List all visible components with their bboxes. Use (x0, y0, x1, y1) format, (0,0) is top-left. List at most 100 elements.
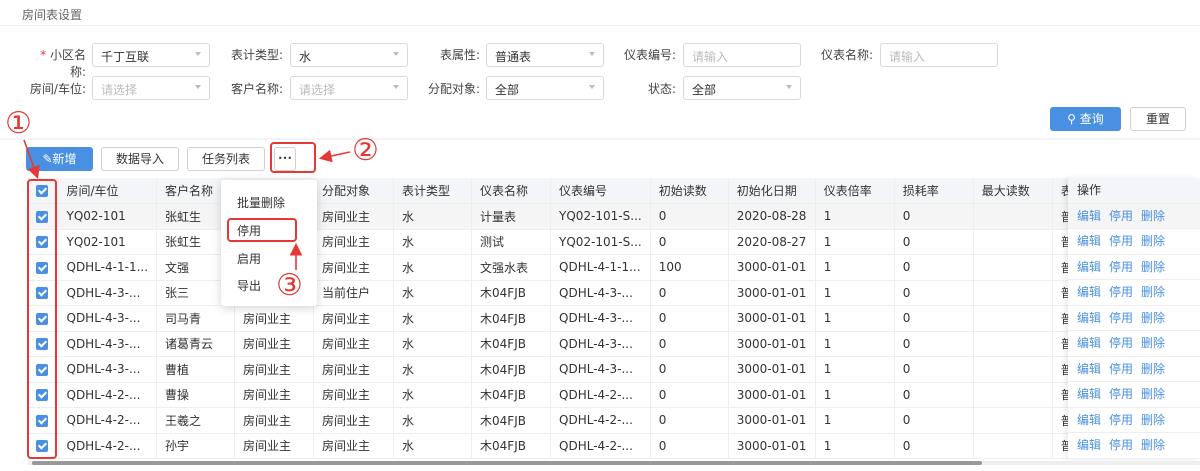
delete-link[interactable]: 删除 (1141, 413, 1165, 427)
table-row[interactable]: QDHL-4-3-... 张三 当前住户水木04FJB QDHL-4-3-... 0 30… (28, 280, 1082, 306)
disable-link[interactable]: 停用 (1109, 285, 1133, 299)
table-cell: 孙宇 (156, 433, 236, 459)
room-label: 房间/车位: (29, 82, 86, 96)
disable-link[interactable]: 停用 (1109, 311, 1133, 325)
search-icon: ⚲ (1067, 112, 1076, 126)
table-row[interactable]: QDHL-4-3-... 司马青 房间业主 房间业主水木04FJB QDHL-4-3-.… (28, 305, 1082, 332)
disable-link[interactable]: 停用 (1109, 438, 1133, 452)
meter-type-select[interactable]: 水 (290, 43, 408, 67)
table-cell: 3000-01-01 (728, 433, 816, 459)
table-cell: 0 (894, 356, 974, 383)
disable-link[interactable]: 停用 (1109, 260, 1133, 274)
delete-link[interactable]: 删除 (1141, 387, 1165, 401)
edit-link[interactable]: 编辑 (1077, 209, 1101, 223)
meter-name-label: 仪表名称: (820, 48, 873, 62)
edit-link[interactable]: 编辑 (1077, 336, 1101, 350)
customer-label: 客户名称: (230, 82, 283, 96)
meter-no-input[interactable]: 请输入 (683, 43, 801, 67)
table-row[interactable]: YQ02-101 张虹生 房间业主水计量表 YQ02-101-S... 0 2020-08… (28, 203, 1082, 230)
table-cell: 水 (393, 229, 473, 255)
scrollbar-thumb[interactable] (32, 461, 982, 465)
table-row[interactable]: QDHL-4-1-1... 文强 房间业主水文强水表 QDHL-4-1-1... 100… (28, 254, 1082, 281)
ops-row: 编辑 停用 删除 (1068, 331, 1200, 357)
delete-link[interactable]: 删除 (1141, 234, 1165, 248)
table-row[interactable]: YQ02-101 张虹生 房间业主水测试 YQ02-101-S... 0 2020-08-… (28, 229, 1082, 255)
edit-link[interactable]: 编辑 (1077, 413, 1101, 427)
table-cell: 3000-01-01 (728, 305, 816, 332)
community-select[interactable]: 千丁互联 (92, 43, 210, 67)
table-cell: 0 (650, 331, 729, 357)
meter-attr-select[interactable]: 普通表 (486, 43, 604, 67)
table-row[interactable]: QDHL-4-3-... 诸葛青云 房间业主 房间业主水木04FJB QDHL-4-3-… (28, 331, 1082, 357)
meter-name-input[interactable]: 请输入 (880, 43, 998, 67)
table-cell: 木04FJB (471, 305, 552, 332)
delete-link[interactable]: 删除 (1141, 311, 1165, 325)
edit-link[interactable]: 编辑 (1077, 234, 1101, 248)
chevron-down-icon (393, 52, 399, 56)
disable-link[interactable]: 停用 (1109, 234, 1133, 248)
table-row[interactable]: QDHL-4-2-... 曹操 房间业主 房间业主水木04FJB QDHL-4-2-..… (28, 382, 1082, 408)
menu-item-batch-delete[interactable]: 批量删除 (237, 194, 285, 211)
table-cell: 1 (815, 382, 895, 408)
table-cell: 0 (650, 433, 729, 459)
table-row[interactable]: QDHL-4-2-... 孙宇 房间业主 房间业主水木04FJB QDHL-4-2-..… (28, 433, 1082, 459)
col-header: 初始读数 (650, 178, 729, 204)
status-select[interactable]: 全部 (683, 76, 801, 100)
edit-link[interactable]: 编辑 (1077, 438, 1101, 452)
col-header: 仪表名称 (471, 178, 552, 204)
table-cell: 房间业主 (234, 356, 315, 383)
reset-button[interactable]: 重置 (1130, 107, 1186, 131)
ops-row: 编辑 停用 删除 (1068, 408, 1200, 433)
task-list-button[interactable]: 任务列表 (187, 147, 265, 171)
table-cell: QDHL-4-3-... (550, 331, 651, 357)
table-cell: 木04FJB (471, 407, 552, 434)
assign-select[interactable]: 全部 (486, 76, 604, 100)
disable-link[interactable]: 停用 (1109, 362, 1133, 376)
edit-link[interactable]: 编辑 (1077, 285, 1101, 299)
edit-link[interactable]: 编辑 (1077, 260, 1101, 274)
delete-link[interactable]: 删除 (1141, 285, 1165, 299)
edit-link[interactable]: 编辑 (1077, 387, 1101, 401)
annotation-marker-2: ② (352, 133, 379, 168)
table-cell: 房间业主 (234, 433, 315, 459)
customer-select[interactable]: 请选择 (290, 76, 408, 100)
table-cell: 曹植 (156, 356, 236, 383)
table-cell: QDHL-4-2-... (550, 407, 651, 434)
table-cell: 房间业主 (313, 356, 395, 383)
table-row[interactable]: QDHL-4-2-... 王羲之 房间业主 房间业主水木04FJB QDHL-4-2-.… (28, 407, 1082, 434)
table-row[interactable]: QDHL-4-3-... 曹植 房间业主 房间业主水木04FJB QDHL-4-3-..… (28, 356, 1082, 383)
disable-link[interactable]: 停用 (1109, 413, 1133, 427)
table-cell (973, 382, 1053, 408)
page-title: 房间表设置 (22, 8, 83, 22)
edit-link[interactable]: 编辑 (1077, 362, 1101, 376)
menu-item-enable[interactable]: 启用 (237, 250, 261, 267)
table-cell: 房间业主 (313, 331, 395, 357)
table-cell: 0 (894, 254, 974, 281)
table-cell: YQ02-101 (58, 229, 158, 255)
room-select[interactable]: 请选择 (92, 76, 210, 100)
query-button[interactable]: ⚲ 查询 (1050, 107, 1121, 131)
disable-link[interactable]: 停用 (1109, 387, 1133, 401)
table-cell: 3000-01-01 (728, 331, 816, 357)
delete-link[interactable]: 删除 (1141, 336, 1165, 350)
table-cell: 0 (894, 305, 974, 332)
table-cell (973, 229, 1053, 255)
status-label: 状态: (647, 82, 676, 96)
disable-link[interactable]: 停用 (1109, 209, 1133, 223)
table-cell: 水 (393, 280, 473, 306)
edit-link[interactable]: 编辑 (1077, 311, 1101, 325)
col-header: 损耗率 (894, 178, 974, 204)
add-button[interactable]: ✎新增 (26, 147, 93, 171)
import-button[interactable]: 数据导入 (101, 147, 179, 171)
delete-link[interactable]: 删除 (1141, 209, 1165, 223)
delete-link[interactable]: 删除 (1141, 362, 1165, 376)
delete-link[interactable]: 删除 (1141, 260, 1165, 274)
table-cell: 水 (393, 433, 473, 459)
horizontal-scrollbar[interactable] (28, 461, 1200, 465)
disable-link[interactable]: 停用 (1109, 336, 1133, 350)
delete-link[interactable]: 删除 (1141, 438, 1165, 452)
menu-item-export[interactable]: 导出 (237, 277, 261, 294)
table-cell (973, 280, 1053, 306)
table-cell: 0 (650, 203, 729, 230)
ops-row: 编辑 停用 删除 (1068, 280, 1200, 306)
